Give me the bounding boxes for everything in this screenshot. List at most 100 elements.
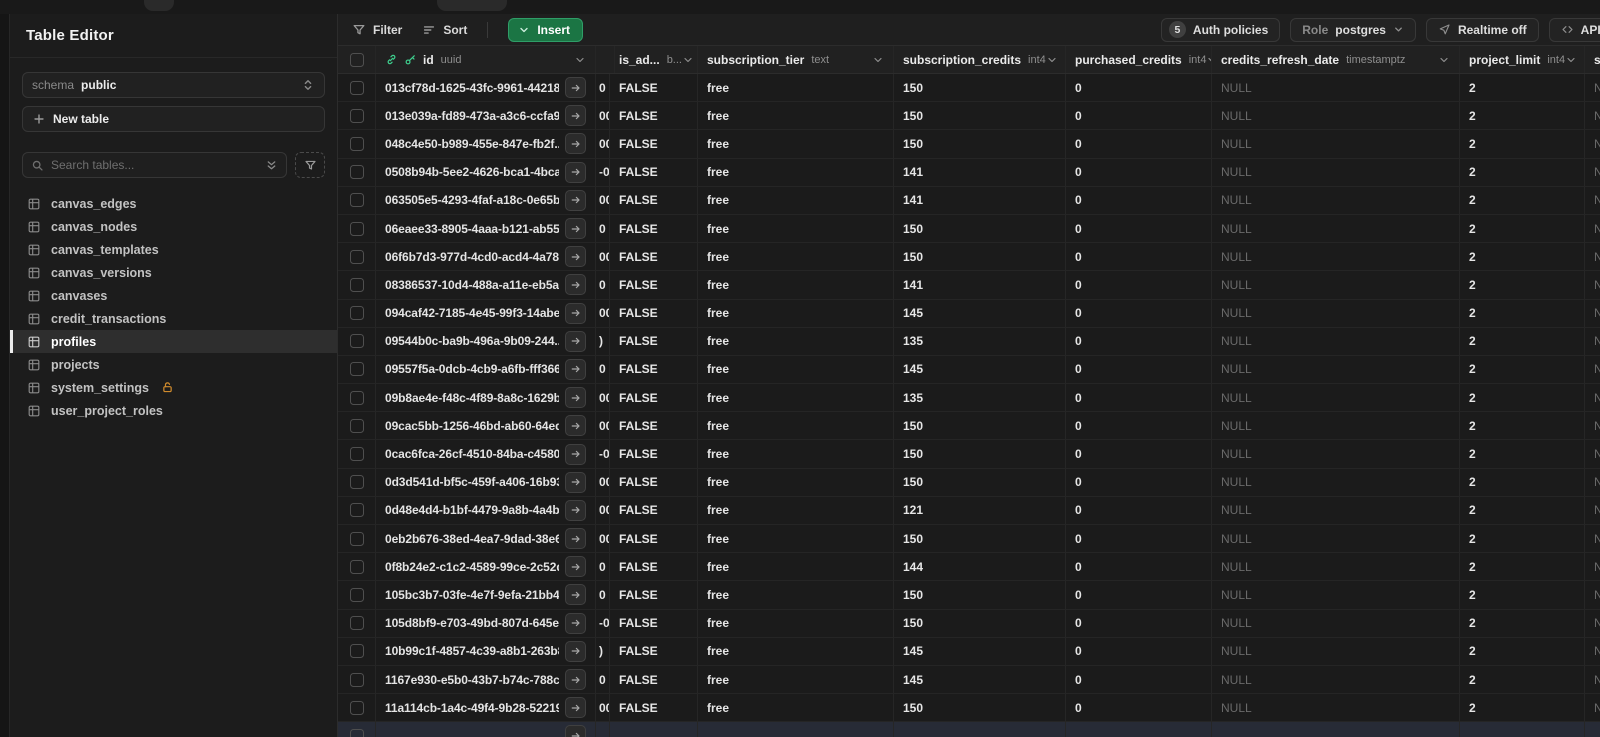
- cell-last[interactable]: NULL: [1585, 328, 1600, 355]
- cell-frag[interactable]: 00: [596, 694, 610, 722]
- cell-last[interactable]: [1585, 722, 1600, 737]
- cell-limit[interactable]: 2: [1460, 214, 1585, 243]
- sidebar-item-credit_transactions[interactable]: credit_transactions: [10, 307, 337, 330]
- cell-refresh[interactable]: NULL: [1212, 412, 1460, 440]
- cell-is_admin[interactable]: FALSE: [610, 525, 698, 553]
- cell-is_admin[interactable]: FALSE: [610, 581, 698, 609]
- cell-id[interactable]: 09557f5a-0dcb-4cb9-a6fb-fff366...: [376, 355, 596, 384]
- search-tables-box[interactable]: [22, 152, 287, 178]
- insert-button[interactable]: Insert: [508, 17, 584, 42]
- cell-id[interactable]: 0eb2b676-38ed-4ea7-9dad-38e6...: [376, 525, 596, 553]
- expand-row-button[interactable]: [565, 640, 586, 662]
- expand-row-button[interactable]: [565, 584, 586, 606]
- cell-limit[interactable]: 2: [1460, 665, 1585, 694]
- expand-row-button[interactable]: [565, 443, 586, 465]
- row-checkbox[interactable]: [349, 193, 364, 208]
- cell-is_admin[interactable]: FALSE: [610, 74, 698, 102]
- cell-last[interactable]: NULL: [1585, 159, 1600, 186]
- cell-sub_credits[interactable]: 150: [894, 468, 1066, 496]
- cell-refresh[interactable]: NULL: [1212, 609, 1460, 637]
- cell-tier[interactable]: free: [698, 214, 894, 243]
- cell-sub_credits[interactable]: 150: [894, 74, 1066, 102]
- cell-tier[interactable]: free: [698, 412, 894, 440]
- cell-tier[interactable]: free: [698, 609, 894, 637]
- cell-tier[interactable]: [698, 722, 894, 737]
- cell-id[interactable]: 09544b0c-ba9b-496a-9b09-244...: [376, 327, 596, 355]
- cell-purchased[interactable]: 0: [1066, 271, 1212, 299]
- schema-select[interactable]: schema public: [22, 72, 325, 98]
- cell-is_admin[interactable]: FALSE: [610, 440, 698, 468]
- expand-row-button[interactable]: [565, 218, 586, 240]
- sidebar-item-canvas_versions[interactable]: canvas_versions: [10, 261, 337, 284]
- cell-tier[interactable]: free: [698, 186, 894, 214]
- row-checkbox[interactable]: [349, 362, 364, 377]
- row-checkbox[interactable]: [349, 700, 364, 715]
- cell-sub_credits[interactable]: 150: [894, 130, 1066, 158]
- cell-refresh[interactable]: NULL: [1212, 581, 1460, 609]
- cell-frag[interactable]: 00: [596, 468, 610, 496]
- expand-row-button[interactable]: [565, 556, 586, 578]
- cell-frag[interactable]: 00: [596, 102, 610, 130]
- expand-row-button[interactable]: [565, 330, 586, 352]
- cell-id[interactable]: 013e039a-fd89-473a-a3c6-ccfa9...: [376, 102, 596, 130]
- cell-purchased[interactable]: 0: [1066, 130, 1212, 158]
- cell-refresh[interactable]: NULL: [1212, 384, 1460, 412]
- cell-last[interactable]: NULL: [1585, 300, 1600, 327]
- cell-last[interactable]: NULL: [1585, 412, 1600, 439]
- cell-is_admin[interactable]: FALSE: [610, 214, 698, 243]
- cell-last[interactable]: NULL: [1585, 187, 1600, 214]
- cell-id[interactable]: 094caf42-7185-4e45-99f3-14abee...: [376, 299, 596, 327]
- column-header-purchased[interactable]: purchased_credits int4: [1066, 46, 1212, 73]
- sort-button[interactable]: Sort: [422, 23, 467, 37]
- cell-frag[interactable]: ): [596, 327, 610, 355]
- cell-purchased[interactable]: 0: [1066, 694, 1212, 722]
- cell-frag[interactable]: -0: [596, 440, 610, 468]
- expand-row-button[interactable]: [565, 105, 586, 127]
- column-header-limit[interactable]: project_limit int4: [1460, 46, 1585, 73]
- cell-is_admin[interactable]: FALSE: [610, 384, 698, 412]
- row-checkbox[interactable]: [349, 644, 364, 659]
- cell-tier[interactable]: free: [698, 694, 894, 722]
- cell-id[interactable]: 0d48e4d4-b1bf-4479-9a8b-4a4b...: [376, 496, 596, 524]
- cell-purchased[interactable]: 0: [1066, 384, 1212, 412]
- row-checkbox[interactable]: [349, 249, 364, 264]
- cell-is_admin[interactable]: FALSE: [610, 186, 698, 214]
- cell-tier[interactable]: free: [698, 243, 894, 271]
- cell-purchased[interactable]: 0: [1066, 553, 1212, 581]
- row-checkbox[interactable]: [349, 221, 364, 236]
- cell-last[interactable]: NULL: [1585, 130, 1600, 157]
- cell-last[interactable]: NULL: [1585, 74, 1600, 101]
- cell-id[interactable]: 1167e930-e5b0-43b7-b74c-788c9...: [376, 665, 596, 694]
- cell-refresh[interactable]: NULL: [1212, 637, 1460, 665]
- cell-tier[interactable]: free: [698, 440, 894, 468]
- cell-frag[interactable]: -0: [596, 158, 610, 186]
- column-header-refresh[interactable]: credits_refresh_date timestamptz: [1212, 46, 1460, 73]
- cell-id[interactable]: 06f6b7d3-977d-4cd0-acd4-4a78...: [376, 243, 596, 271]
- cell-purchased[interactable]: 0: [1066, 243, 1212, 271]
- cell-id[interactable]: [376, 722, 596, 737]
- cell-refresh[interactable]: NULL: [1212, 158, 1460, 186]
- cell-tier[interactable]: free: [698, 496, 894, 524]
- cell-last[interactable]: NULL: [1585, 638, 1600, 665]
- cell-limit[interactable]: 2: [1460, 553, 1585, 581]
- cell-id[interactable]: 013cf78d-1625-43fc-9961-442189...: [376, 74, 596, 102]
- cell-sub_credits[interactable]: 150: [894, 525, 1066, 553]
- api-docs-button[interactable]: API Do: [1548, 17, 1600, 42]
- cell-purchased[interactable]: 0: [1066, 412, 1212, 440]
- cell-is_admin[interactable]: FALSE: [610, 158, 698, 186]
- cell-tier[interactable]: free: [698, 130, 894, 158]
- realtime-button[interactable]: Realtime off: [1425, 17, 1539, 42]
- cell-tier[interactable]: free: [698, 327, 894, 355]
- cell-tier[interactable]: free: [698, 581, 894, 609]
- cell-refresh[interactable]: NULL: [1212, 214, 1460, 243]
- column-header-id[interactable]: id uuid: [376, 46, 596, 73]
- cell-is_admin[interactable]: FALSE: [610, 130, 698, 158]
- cell-limit[interactable]: 2: [1460, 74, 1585, 102]
- cell-tier[interactable]: free: [698, 637, 894, 665]
- cell-refresh[interactable]: NULL: [1212, 130, 1460, 158]
- auth-policies-button[interactable]: 5 Auth policies: [1160, 17, 1281, 42]
- cell-is_admin[interactable]: FALSE: [610, 553, 698, 581]
- cell-is_admin[interactable]: FALSE: [610, 327, 698, 355]
- cell-is_admin[interactable]: FALSE: [610, 637, 698, 665]
- column-header-sub_credits[interactable]: subscription_credits int4: [894, 46, 1066, 73]
